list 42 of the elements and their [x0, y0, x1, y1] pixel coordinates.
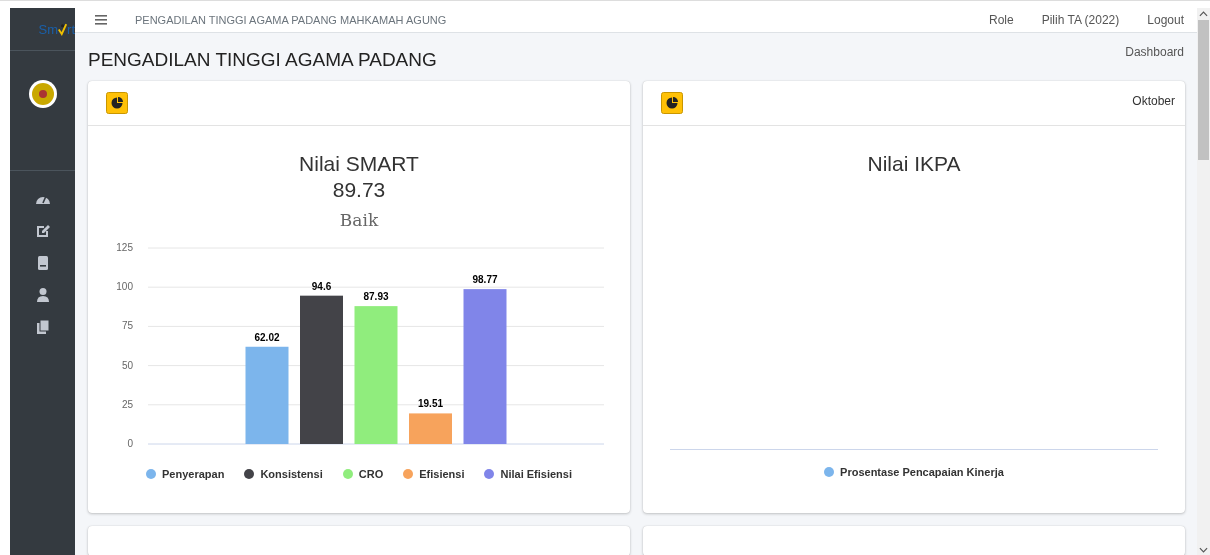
pie-chart-icon [106, 92, 128, 114]
edit-icon[interactable] [34, 223, 51, 239]
scroll-down-icon[interactable] [1199, 547, 1208, 553]
scroll-thumb[interactable] [1198, 20, 1209, 160]
axis-tick-label: 50 [121, 359, 133, 371]
legend-label[interactable]: Efisiensi [419, 468, 465, 480]
pie-chart-icon [661, 92, 683, 114]
logo-text: rt [67, 21, 75, 37]
nav-link[interactable]: Pilih TA (2022) [1041, 13, 1120, 27]
axis-tick-label: 75 [121, 320, 133, 332]
axis-tick-label: 0 [127, 438, 133, 449]
check-mark-icon [58, 22, 68, 36]
data-label: 94.6 [311, 280, 332, 292]
score-value: 89.73 [332, 177, 386, 203]
legend-label[interactable]: Konsistensi [260, 468, 323, 480]
data-label: 62.02 [254, 331, 280, 343]
copy-icon[interactable] [34, 319, 51, 335]
scrollbar[interactable] [1197, 8, 1210, 555]
data-label: 19.51 [418, 398, 443, 410]
data-label: 98.77 [472, 274, 498, 286]
data-label: 87.93 [363, 291, 389, 303]
axis-tick-label: 100 [116, 281, 133, 293]
grade-label: Baik [339, 210, 379, 230]
legend-label[interactable]: CRO [358, 468, 384, 480]
breadcrumb-link[interactable]: Dashboard [1125, 45, 1184, 59]
legend-label[interactable]: Penyerapan [162, 468, 225, 480]
nav-link[interactable]: Role [989, 13, 1014, 27]
nav-link[interactable]: Logout [1147, 13, 1184, 27]
period-label: Oktober [1132, 94, 1175, 108]
axis-tick-label: 25 [121, 398, 133, 410]
legend-label[interactable]: Prosentase Pencapaian Kinerja [840, 466, 1004, 478]
chart-title: Nilai SMART [299, 151, 419, 177]
page-title: PENGADILAN TINGGI AGAMA PADANG [88, 49, 438, 71]
scroll-up-icon[interactable] [1199, 11, 1208, 17]
user-icon[interactable] [34, 287, 51, 303]
app-title: PENGADILAN TINGGI AGAMA PADANG MAHKAMAH AGUNG [135, 14, 447, 26]
menu-icon[interactable] [95, 15, 107, 25]
axis-tick-label: 125 [116, 242, 133, 253]
legend-label[interactable]: Nilai Efisiensi [500, 468, 572, 480]
logo-text: Sm [38, 21, 59, 37]
emblem-icon [27, 79, 58, 109]
chart-title: Nilai IKPA [867, 151, 961, 177]
